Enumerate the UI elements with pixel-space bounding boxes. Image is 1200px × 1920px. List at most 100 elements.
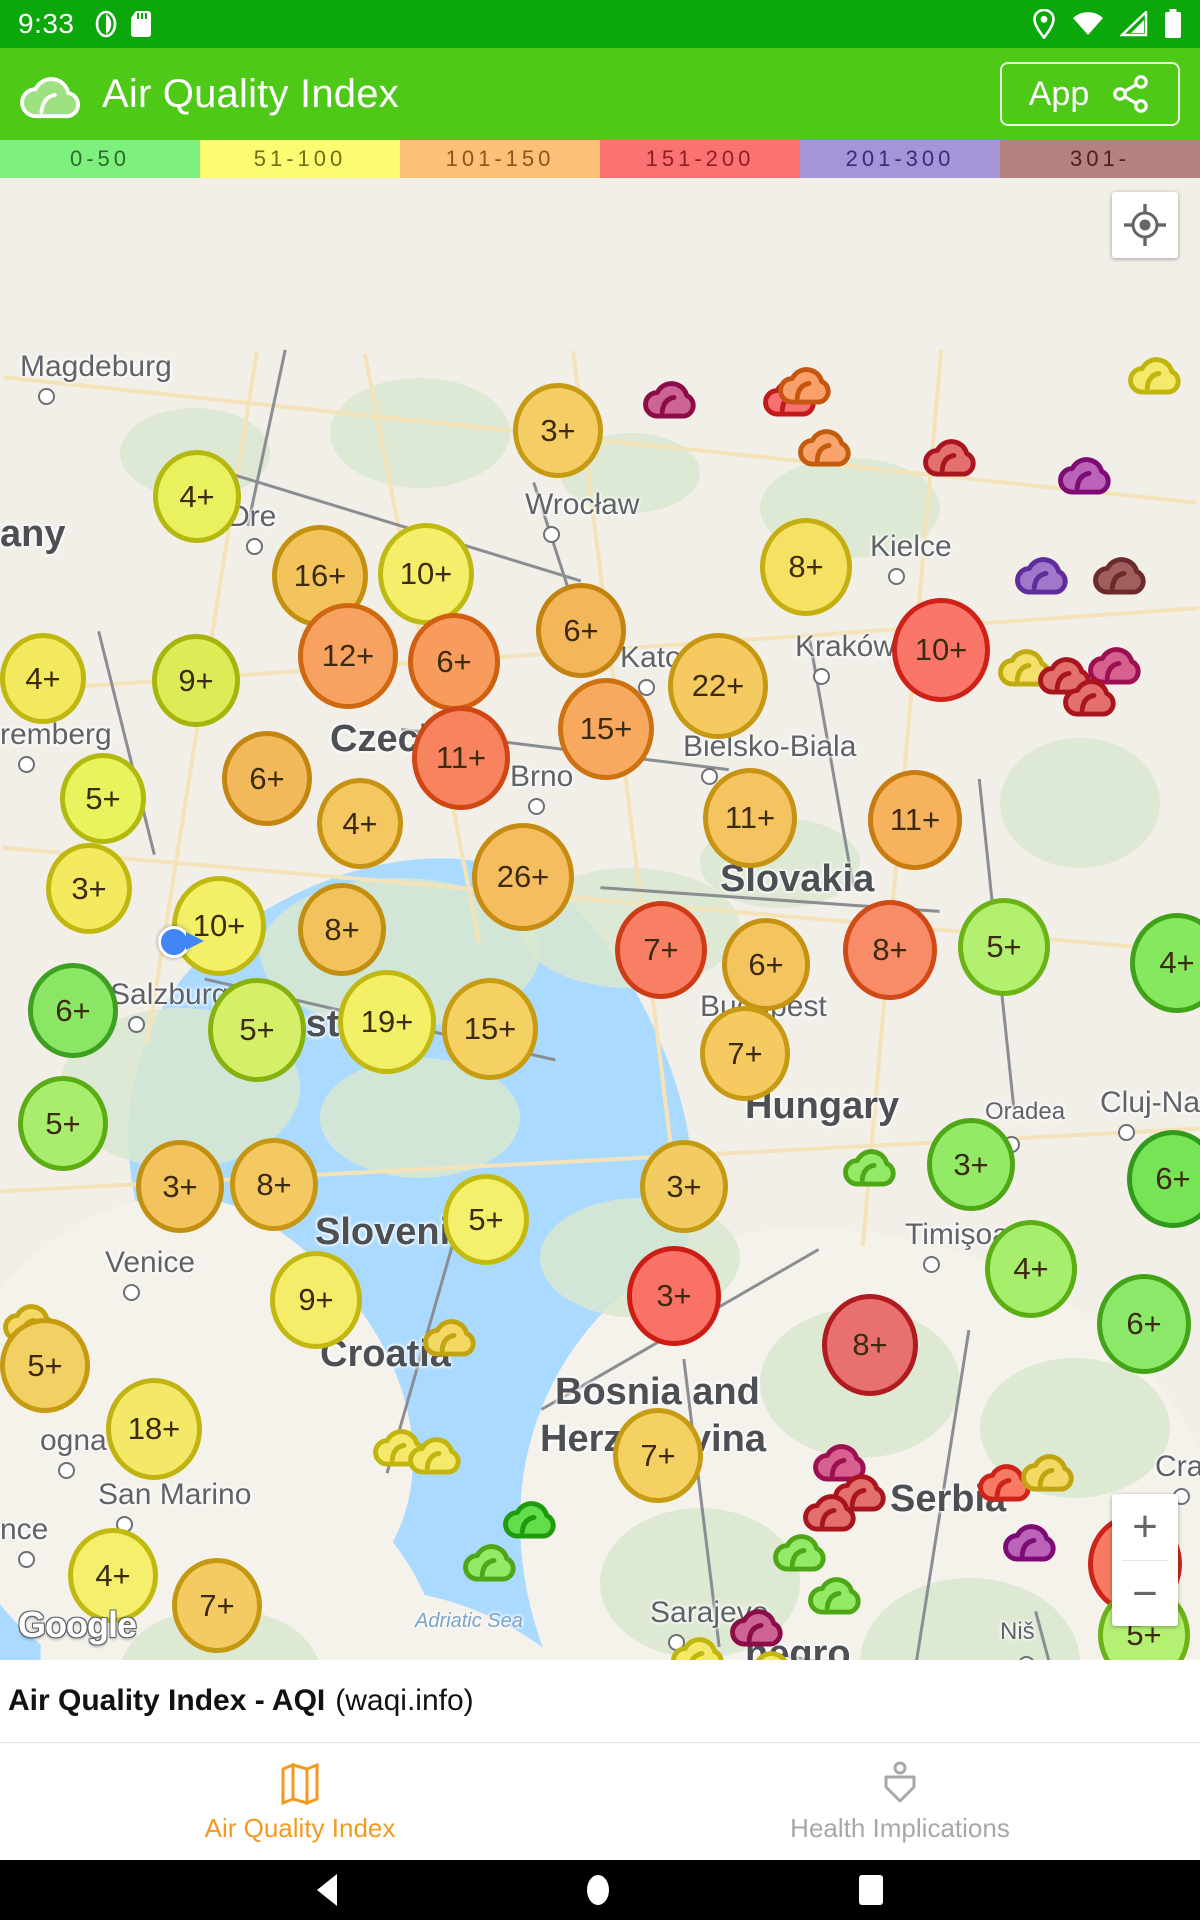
tab-health-implications[interactable]: Health Implications [600, 1743, 1200, 1861]
aqi-marker[interactable]: 9+ [270, 1251, 362, 1349]
cloud-marker[interactable] [405, 1426, 471, 1477]
city-dot [888, 568, 905, 585]
aqi-marker[interactable]: 22+ [668, 633, 768, 739]
tab-air-quality-index[interactable]: Air Quality Index [0, 1743, 600, 1861]
aqi-marker[interactable]: 8+ [760, 518, 852, 616]
cloud-marker[interactable] [1090, 546, 1156, 597]
cloud-marker[interactable] [740, 1640, 806, 1660]
aqi-marker-value: 5+ [45, 1105, 81, 1141]
share-app-button[interactable]: App [1000, 62, 1180, 126]
aqi-marker[interactable]: 3+ [927, 1118, 1015, 1211]
aqi-marker[interactable]: 15+ [442, 978, 538, 1080]
aqi-marker-value: 8+ [872, 932, 908, 967]
cloud-marker[interactable] [920, 428, 986, 479]
cloud-marker[interactable] [1012, 546, 1078, 597]
aqi-marker[interactable]: 7+ [615, 901, 707, 999]
aqi-marker[interactable]: 6+ [222, 731, 312, 826]
cloud-marker[interactable] [420, 1308, 486, 1359]
aqi-marker[interactable]: 8+ [843, 900, 937, 1000]
aqi-marker[interactable]: 11+ [703, 768, 797, 868]
legend-segment-5: 301- [1000, 140, 1200, 178]
cloud-marker[interactable] [460, 1533, 526, 1584]
aqi-marker[interactable]: 8+ [230, 1138, 318, 1231]
aqi-marker-value: 9+ [298, 1282, 334, 1317]
aqi-marker[interactable]: 5+ [18, 1076, 108, 1171]
zoom-in-button[interactable]: + [1112, 1494, 1178, 1560]
sdcard-icon [130, 11, 151, 37]
cloud-marker[interactable] [1000, 1513, 1066, 1564]
legend-segment-2: 101-150 [400, 140, 600, 178]
aqi-marker[interactable]: 4+ [153, 450, 241, 543]
aqi-marker[interactable]: 4+ [0, 633, 86, 724]
aqi-marker-value: 6+ [436, 644, 472, 679]
status-clock: 9:33 [18, 8, 75, 39]
aqi-marker[interactable]: 6+ [28, 963, 118, 1058]
zoom-controls[interactable]: + − [1112, 1494, 1178, 1626]
aqi-marker[interactable]: 19+ [338, 970, 436, 1074]
cloud-marker[interactable] [1125, 346, 1191, 397]
aqi-marker-value: 18+ [127, 1411, 181, 1446]
cloud-marker[interactable] [668, 1626, 734, 1660]
aqi-marker[interactable]: 6+ [722, 918, 810, 1011]
cloud-marker[interactable] [775, 356, 841, 407]
cloud-marker[interactable] [795, 418, 861, 469]
aqi-marker[interactable]: 8+ [298, 883, 386, 976]
city-dot [246, 538, 263, 555]
aqi-marker[interactable]: 3+ [627, 1246, 721, 1346]
aqi-marker[interactable]: 3+ [513, 383, 603, 478]
aqi-marker[interactable]: 11+ [412, 706, 510, 810]
aqi-marker[interactable]: 6+ [536, 583, 626, 678]
status-bar: 9:33 [0, 0, 1200, 48]
aqi-marker[interactable]: 10+ [378, 523, 474, 625]
aqi-legend: 0-50 51-100 101-150 151-200 201-300 301- [0, 140, 1200, 178]
aqi-marker[interactable]: 10+ [892, 598, 990, 702]
city-dot [58, 1462, 75, 1479]
cloud-marker[interactable] [1060, 668, 1126, 719]
aqi-marker[interactable]: 26+ [472, 823, 574, 931]
aqi-marker[interactable]: 5+ [60, 753, 146, 844]
aqi-marker[interactable]: 3+ [136, 1140, 224, 1233]
signal-icon [1120, 11, 1148, 37]
aqi-marker[interactable]: 6+ [408, 613, 500, 711]
tab-air-quality-index-label: Air Quality Index [204, 1812, 396, 1843]
aqi-marker[interactable]: 4+ [317, 778, 403, 869]
aqi-marker[interactable]: 5+ [443, 1174, 529, 1265]
android-recents-button[interactable] [859, 1875, 883, 1905]
cloud-marker[interactable] [640, 370, 706, 421]
aqi-marker[interactable]: 9+ [152, 634, 240, 727]
aqi-marker[interactable]: 10+ [172, 876, 266, 976]
aqi-marker-value: 3+ [71, 870, 107, 906]
aqi-marker[interactable]: 3+ [640, 1140, 728, 1233]
aqi-marker[interactable]: 8+ [822, 1294, 918, 1396]
zoom-out-button[interactable]: − [1112, 1561, 1178, 1627]
city-dot [528, 798, 545, 815]
status-left-icons [95, 10, 151, 38]
aqi-marker[interactable]: 4+ [985, 1220, 1077, 1318]
aqi-marker[interactable]: 5+ [0, 1318, 90, 1413]
aqi-marker[interactable]: 18+ [106, 1378, 202, 1480]
aqi-marker[interactable]: 5+ [958, 898, 1050, 996]
aqi-marker[interactable]: 15+ [558, 678, 654, 780]
cloud-marker[interactable] [1055, 446, 1121, 497]
city-dot [18, 1551, 35, 1568]
aqi-marker[interactable]: 12+ [298, 603, 398, 709]
android-back-button[interactable] [317, 1874, 337, 1906]
cloud-marker[interactable] [1018, 1443, 1084, 1494]
aqi-marker-value: 3+ [540, 412, 576, 448]
aqi-marker[interactable]: 7+ [700, 1006, 790, 1101]
android-home-button[interactable] [587, 1875, 609, 1905]
aqi-marker[interactable]: 11+ [868, 770, 962, 870]
aqi-marker[interactable]: 7+ [613, 1408, 703, 1503]
map-canvas[interactable]: Magdeburg any Dre Wrocław Kielce remberg Czech… [0, 178, 1200, 1660]
aqi-marker[interactable]: 5+ [208, 978, 306, 1082]
legend-segment-1: 51-100 [200, 140, 400, 178]
aqi-marker-value: 15+ [463, 1011, 517, 1046]
cloud-marker[interactable] [840, 1138, 906, 1189]
aqi-marker[interactable]: 7+ [172, 1558, 262, 1653]
aqi-marker[interactable]: 3+ [46, 843, 132, 934]
cloud-marker[interactable] [805, 1566, 871, 1617]
aqi-marker[interactable]: 6+ [1097, 1274, 1191, 1374]
my-location-button[interactable] [1112, 192, 1178, 258]
location-icon [1033, 9, 1055, 39]
aqi-marker-value: 7+ [199, 1587, 235, 1623]
